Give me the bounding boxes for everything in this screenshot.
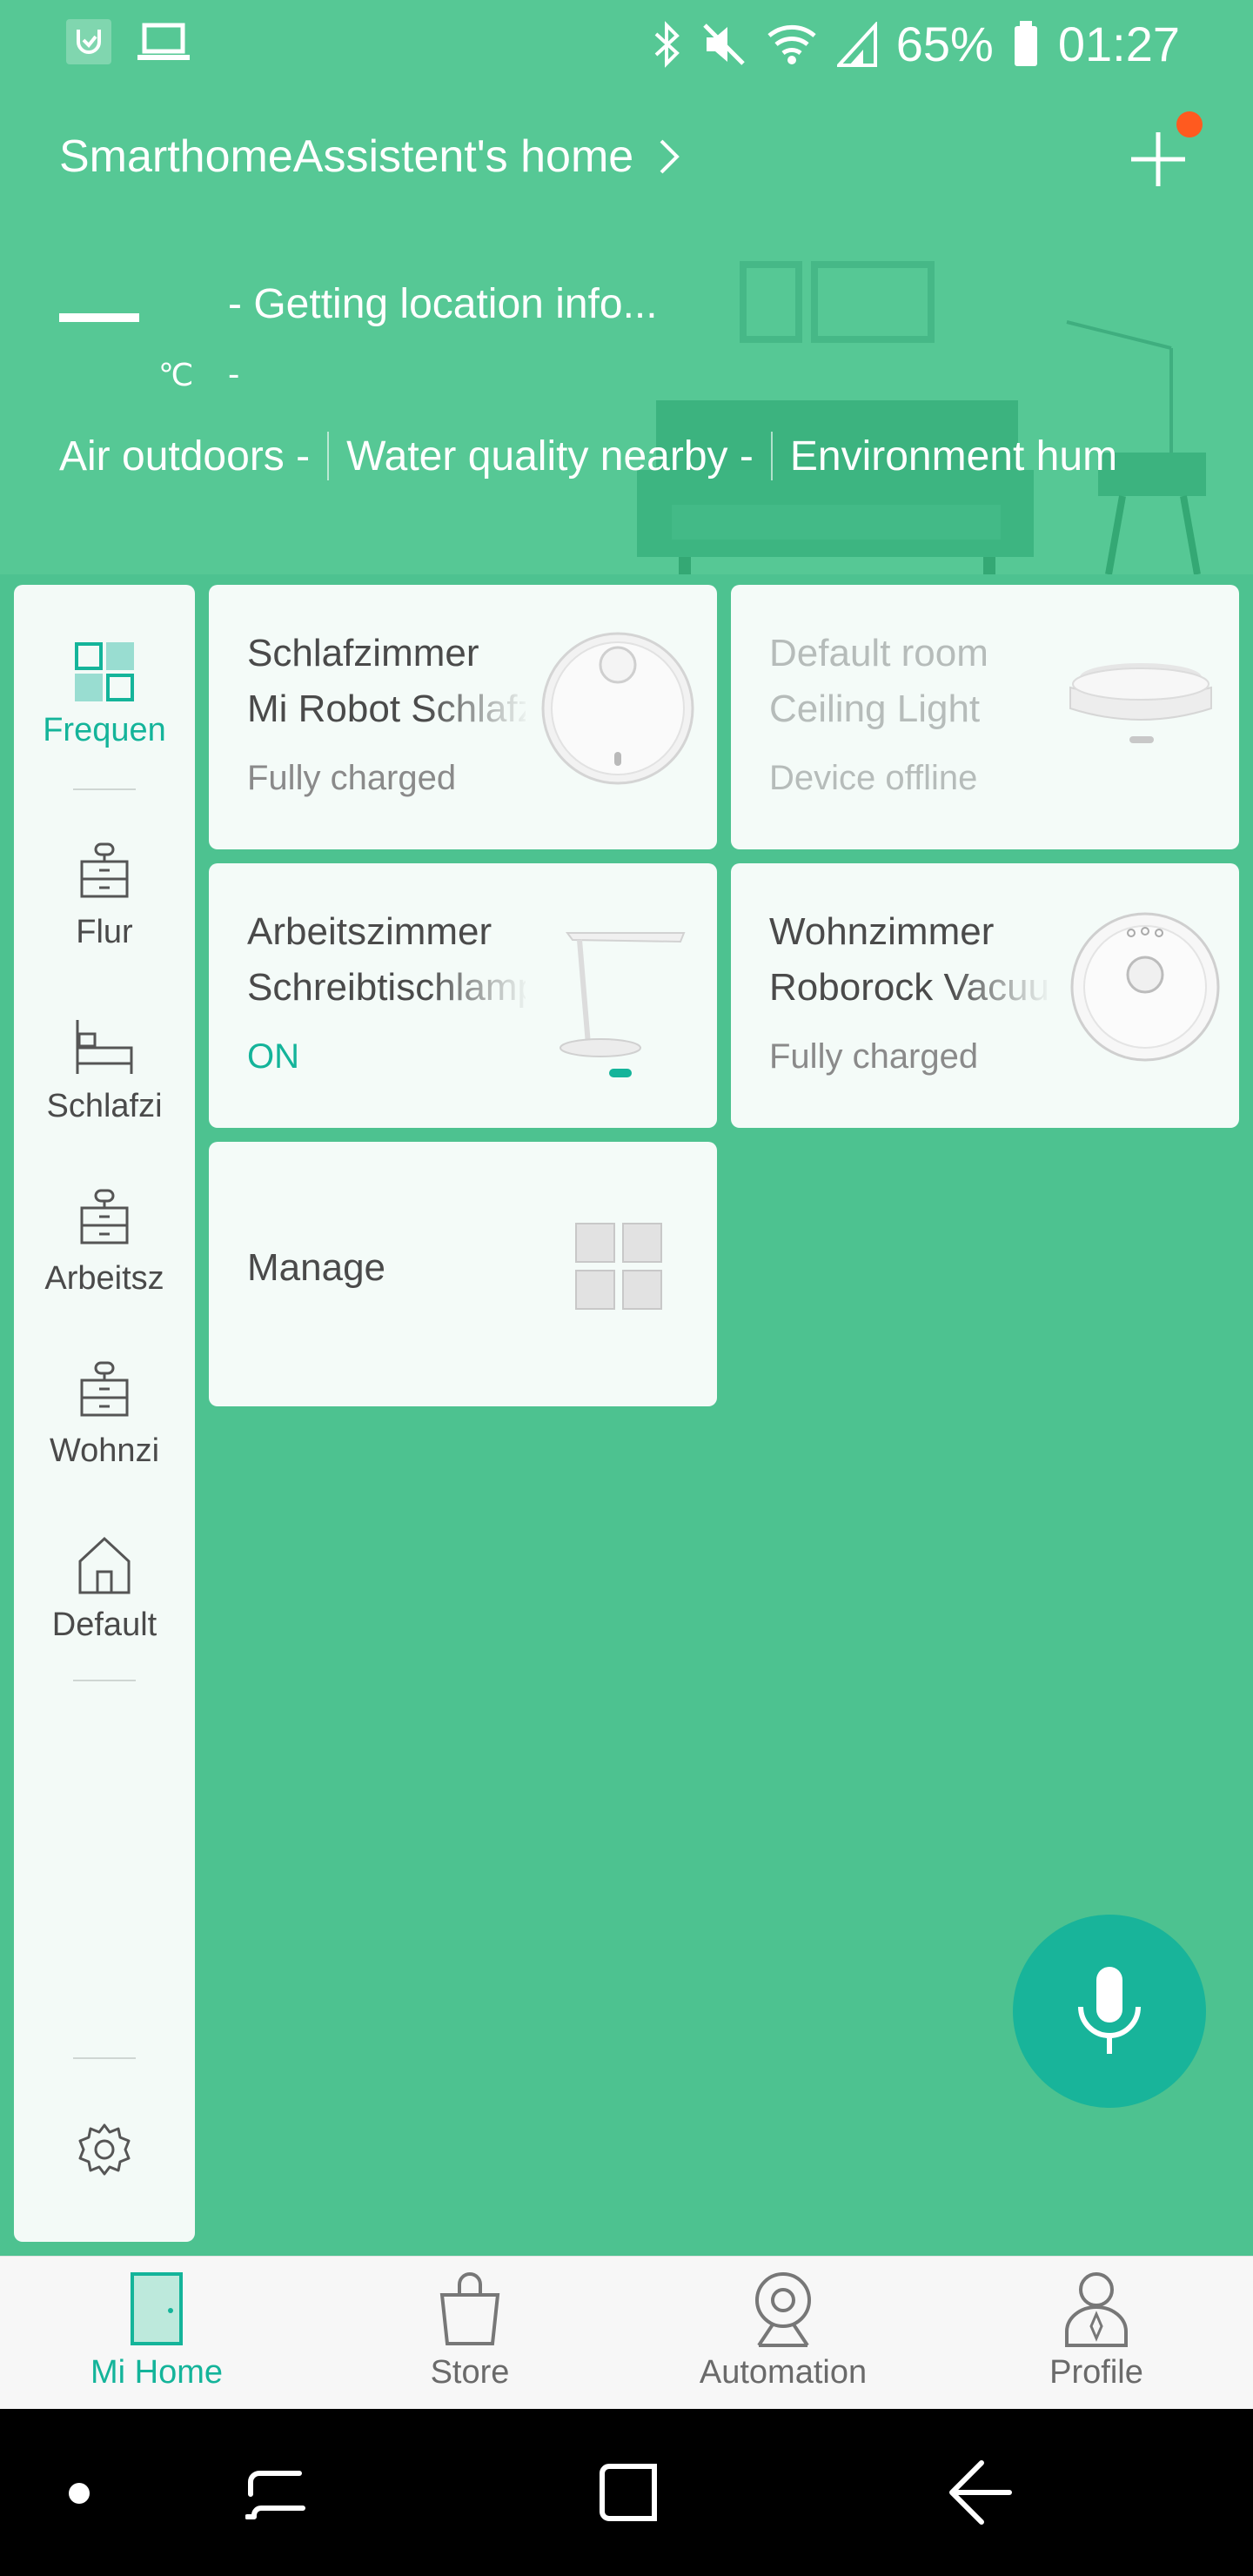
text-fade	[426, 959, 531, 1020]
wifi-icon	[767, 24, 816, 64]
cabinet-icon	[80, 1361, 129, 1417]
grid-manage-icon	[575, 1223, 662, 1310]
location-detail: -	[228, 355, 240, 393]
room-sidebar: Frequen Flur Schlafzi Arbeitsz Wohnzi De…	[14, 585, 195, 2242]
temperature-unit: ℃	[158, 357, 194, 392]
divider	[73, 2057, 136, 2059]
divider	[73, 788, 136, 790]
mute-icon	[702, 23, 745, 65]
roborock-vacuum-image	[1070, 912, 1220, 1062]
tab-mi-home[interactable]: Mi Home	[0, 2257, 313, 2410]
device-name: Ceiling Light	[769, 688, 981, 730]
device-room: Default room	[769, 632, 988, 674]
tab-label: Automation	[699, 2354, 868, 2391]
temperature-value	[59, 313, 139, 322]
device-card[interactable]: Wohnzimmer Roborock Vacuum Fully charged	[731, 863, 1239, 1128]
person-icon	[1065, 2272, 1128, 2347]
system-navigation-bar	[0, 2409, 1253, 2576]
location-status: - Getting location info...	[228, 281, 658, 327]
environment-info: Air outdoors - Water quality nearby - En…	[59, 432, 1117, 480]
tab-store[interactable]: Store	[313, 2257, 626, 2410]
chevron-right-icon	[660, 139, 680, 174]
sidebar-item-schlafzimmer[interactable]: Schlafzi	[14, 1016, 195, 1125]
sidebar-item-label: Arbeitsz	[44, 1260, 164, 1297]
device-room: Wohnzimmer	[769, 910, 995, 953]
sidebar-item-frequent[interactable]: Frequen	[14, 642, 195, 749]
bag-icon	[439, 2272, 500, 2345]
sidebar-item-label: Frequen	[43, 712, 166, 748]
tab-label: Mi Home	[90, 2354, 224, 2391]
desk-lamp-image	[559, 932, 686, 1077]
text-fade	[426, 681, 531, 741]
home-title: SmarthomeAssistent's home	[59, 131, 634, 182]
manage-label: Manage	[247, 1246, 386, 1289]
notification-dot	[1176, 111, 1203, 138]
laptop-icon	[137, 23, 190, 60]
voice-assistant-button[interactable]	[1013, 1915, 1206, 2108]
environment-humidity: Environment hum	[789, 433, 1118, 480]
door-icon	[131, 2272, 183, 2345]
sidebar-item-default[interactable]: Default	[14, 1535, 195, 1644]
microphone-icon	[1078, 1967, 1141, 2054]
divider	[327, 432, 330, 480]
bed-icon	[76, 1020, 133, 1074]
divider	[770, 432, 773, 480]
tab-label: Profile	[1049, 2354, 1143, 2391]
device-status: Fully charged	[247, 759, 457, 797]
bluetooth-icon	[654, 20, 680, 68]
divider	[73, 1680, 136, 1681]
device-status: Fully charged	[769, 1037, 979, 1076]
device-room: Arbeitszimmer	[247, 910, 492, 953]
tab-label: Store	[430, 2354, 510, 2391]
device-card[interactable]: Arbeitszimmer Schreibtischlampe ON	[209, 863, 717, 1128]
camera-icon	[755, 2272, 811, 2347]
tab-automation[interactable]: Automation	[626, 2257, 940, 2410]
clock: 01:27	[1057, 17, 1180, 71]
sidebar-item-label: Default	[51, 1607, 157, 1643]
back-icon[interactable]	[948, 2459, 1013, 2526]
ceiling-light-image	[1069, 663, 1212, 743]
cabinet-icon	[80, 1189, 129, 1244]
manage-card[interactable]: Manage	[209, 1142, 717, 1406]
device-card[interactable]: Schlafzimmer Mi Robot Schlafzimmer Fully…	[209, 585, 717, 849]
cabinet-icon	[80, 842, 129, 898]
device-card[interactable]: Default room Ceiling Light Device offlin…	[731, 585, 1239, 849]
home-selector[interactable]: SmarthomeAssistent's home	[59, 131, 682, 183]
sidebar-item-label: Schlafzi	[46, 1088, 163, 1124]
air-outdoors: Air outdoors -	[59, 433, 311, 480]
bottom-navigation: Mi Home Store Automation Profile	[0, 2256, 1253, 2409]
tab-profile[interactable]: Profile	[940, 2257, 1253, 2410]
add-device-button[interactable]	[1128, 129, 1189, 190]
sidebar-item-flur[interactable]: Flur	[14, 842, 195, 951]
sidebar-item-wohnzimmer[interactable]: Wohnzi	[14, 1361, 195, 1470]
water-quality: Water quality nearby -	[346, 433, 754, 480]
device-room: Schlafzimmer	[247, 632, 479, 674]
status-bar: 65% 01:27	[0, 0, 1253, 84]
sidebar-item-arbeitszimmer[interactable]: Arbeitsz	[14, 1189, 195, 1298]
mi-notification-icon	[66, 19, 111, 64]
battery-icon	[1014, 20, 1037, 66]
battery-percentage: 65%	[895, 17, 994, 71]
sidebar-item-label: Flur	[76, 914, 133, 950]
recents-icon[interactable]	[245, 2463, 308, 2524]
device-status: Device offline	[769, 759, 978, 797]
robot-vacuum-image	[541, 632, 694, 785]
signal-icon	[836, 21, 877, 67]
home-header: 65% 01:27 SmarthomeAssistent's home ℃ - …	[0, 0, 1253, 574]
sidebar-item-label: Wohnzi	[49, 1432, 160, 1469]
house-icon	[78, 1536, 131, 1594]
dot-icon[interactable]	[68, 2482, 90, 2505]
gear-icon[interactable]	[77, 2122, 132, 2177]
home-square-icon[interactable]	[597, 2461, 660, 2524]
text-fade	[948, 959, 1053, 1020]
grid-icon	[75, 642, 134, 701]
device-status: ON	[247, 1037, 299, 1076]
